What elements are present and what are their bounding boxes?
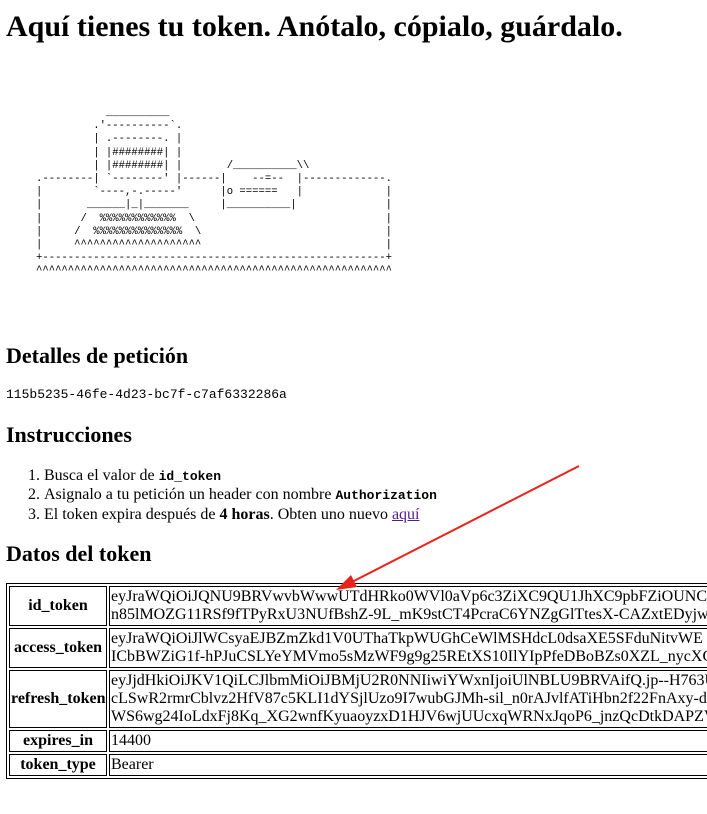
row-header-refresh-token: refresh_token [9, 670, 107, 729]
ascii-art-computer: __________ .'----------`. | .--------. |… [36, 107, 393, 278]
table-row: refresh_token eyJjdHkiOiJKV1QiLCJlbmMiOi… [9, 670, 707, 729]
instruction-text: . Obten uno nuevo [269, 505, 392, 523]
token-line: cLSwR2rmrCblvz2HfV87c5KLI1dYSjlUzo9I7wub… [111, 690, 707, 708]
page: Aquí tienes tu token. Anótalo, cópialo, … [0, 0, 707, 780]
token-line: eyJraWQiOiJlWCsyaEJBZmZkd1V0UThaTkpWUGhC… [111, 630, 703, 648]
instruction-text: El token expira después de [44, 505, 220, 523]
row-header-id-token: id_token [9, 586, 107, 627]
token-line: WS6wg24IoLdxFj8Kq_XG2wnfKyuaoyzxD1HJV6wj… [111, 708, 707, 726]
token-line: eyJraWQiOiJQNU9BRVwvbWwwUTdHRko0WVl0aVp6… [111, 588, 707, 606]
instructions-list: Busca el valor de id_token Asignalo a tu… [6, 467, 707, 525]
expires-in-value[interactable]: 14400 [109, 730, 707, 753]
new-token-link[interactable]: aquí [392, 506, 420, 523]
instruction-text: Busca el valor de [44, 466, 159, 484]
table-row: access_token eyJraWQiOiJlWCsyaEJBZmZkd1V… [9, 628, 707, 669]
row-header-token-type: token_type [9, 754, 107, 777]
row-header-expires-in: expires_in [9, 730, 107, 753]
table-row: id_token eyJraWQiOiJQNU9BRVwvbWwwUTdHRko… [9, 586, 707, 627]
token-line: ICbBWZiG1f-hPJuCSLYeYMVmo5sMzWF9g9g25REt… [111, 648, 707, 666]
token-line: Bearer [111, 756, 154, 774]
refresh-token-value[interactable]: eyJjdHkiOiJKV1QiLCJlbmMiOiJBMjU2R0NNIiwi… [109, 670, 707, 729]
page-title: Aquí tienes tu token. Anótalo, cópialo, … [6, 10, 623, 43]
token-line: eyJjdHkiOiJKV1QiLCJlbmMiOiJBMjU2R0NNIiwi… [111, 672, 707, 690]
table-row: expires_in 14400 [9, 730, 707, 753]
token-line: 14400 [111, 732, 151, 750]
id-token-value[interactable]: eyJraWQiOiJQNU9BRVwvbWwwUTdHRko0WVl0aVp6… [109, 586, 707, 627]
token-type-value[interactable]: Bearer [109, 754, 707, 777]
token-table: id_token eyJraWQiOiJQNU9BRVwvbWwwUTdHRko… [6, 583, 707, 780]
instruction-code-authorization: Authorization [335, 488, 437, 504]
instruction-text: Asignalo a tu petición un header con nom… [44, 486, 336, 504]
expiry-duration: 4 horas [219, 505, 270, 523]
row-header-access-token: access_token [9, 628, 107, 669]
section-heading-instructions: Instrucciones [6, 421, 132, 447]
table-row: token_type Bearer [9, 754, 707, 777]
access-token-value[interactable]: eyJraWQiOiJlWCsyaEJBZmZkd1V0UThaTkpWUGhC… [109, 628, 707, 669]
request-id: 115b5235-46fe-4d23-bc7f-c7af6332286a [6, 386, 287, 402]
instruction-item-3: El token expira después de 4 horas. Obte… [44, 506, 707, 525]
instruction-item-2: Asignalo a tu petición un header con nom… [44, 486, 707, 506]
instruction-code-id-token: id_token [158, 468, 222, 484]
section-heading-token-data: Datos del token [6, 541, 152, 567]
instruction-item-1: Busca el valor de id_token [44, 467, 707, 487]
token-line: n85lMOZG11RSf9fTPyRxU3NUfBshZ-9L_mK9stCT… [111, 606, 707, 624]
section-heading-details: Detalles de petición [6, 342, 189, 368]
